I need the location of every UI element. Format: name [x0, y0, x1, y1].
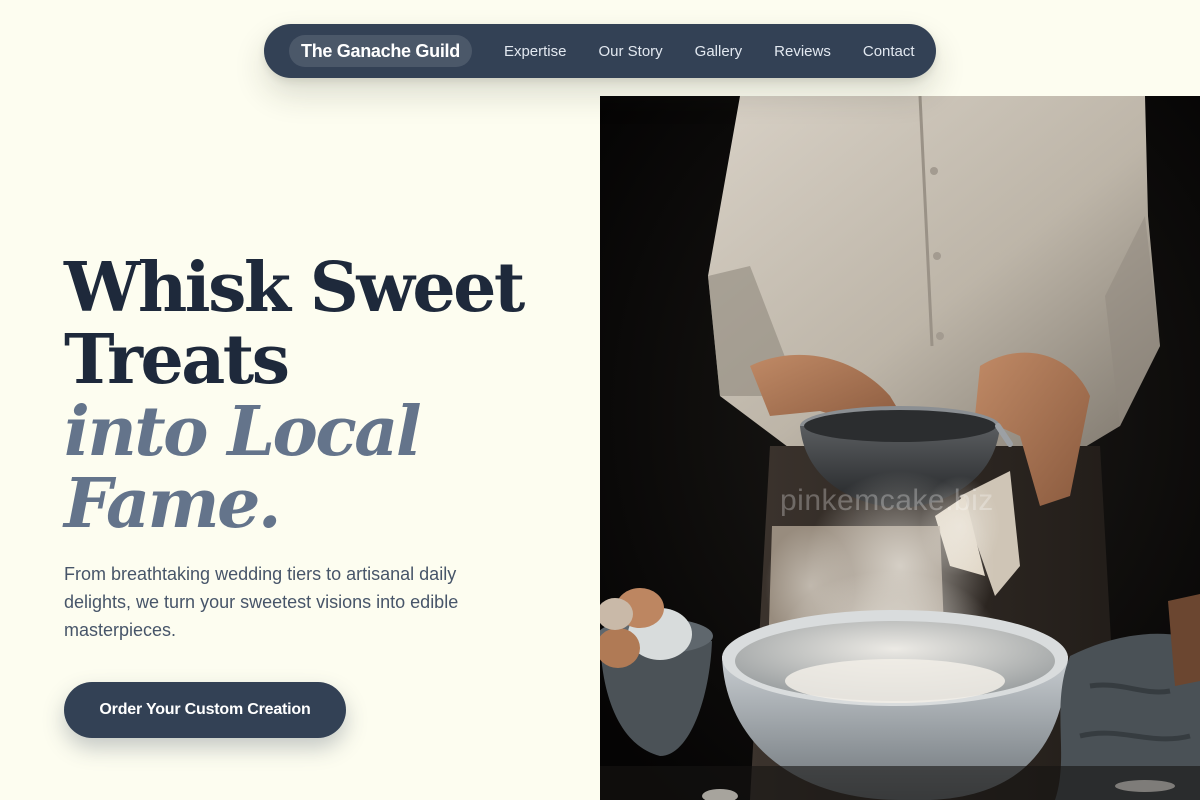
- baker-sifting-flour-illustration: [600, 96, 1200, 800]
- order-custom-creation-button[interactable]: Order Your Custom Creation: [64, 682, 346, 738]
- main-nav: The Ganache Guild Expertise Our Story Ga…: [264, 24, 936, 78]
- headline-line-2: Treats: [64, 320, 290, 400]
- nav-links: Expertise Our Story Gallery Reviews Cont…: [488, 43, 931, 60]
- headline-line-1: Whisk Sweet: [64, 248, 525, 328]
- hero-text: Whisk Sweet Treats into Local Fame. From…: [64, 252, 564, 644]
- hero-subtext: From breathtaking wedding tiers to artis…: [64, 564, 459, 640]
- hero-photo: pinkemcake.biz: [600, 96, 1200, 800]
- brand-logo-link[interactable]: The Ganache Guild: [289, 35, 472, 67]
- photo-watermark: pinkemcake.biz: [780, 484, 994, 517]
- nav-link-expertise[interactable]: Expertise: [488, 43, 583, 60]
- headline-line-3: into Local: [64, 392, 422, 472]
- nav-link-contact[interactable]: Contact: [847, 43, 931, 60]
- nav-link-gallery[interactable]: Gallery: [679, 43, 759, 60]
- headline-line-4: Fame.: [64, 464, 282, 544]
- hero-headline: Whisk Sweet Treats into Local Fame.: [64, 252, 564, 540]
- nav-link-our-story[interactable]: Our Story: [582, 43, 678, 60]
- nav-link-reviews[interactable]: Reviews: [758, 43, 847, 60]
